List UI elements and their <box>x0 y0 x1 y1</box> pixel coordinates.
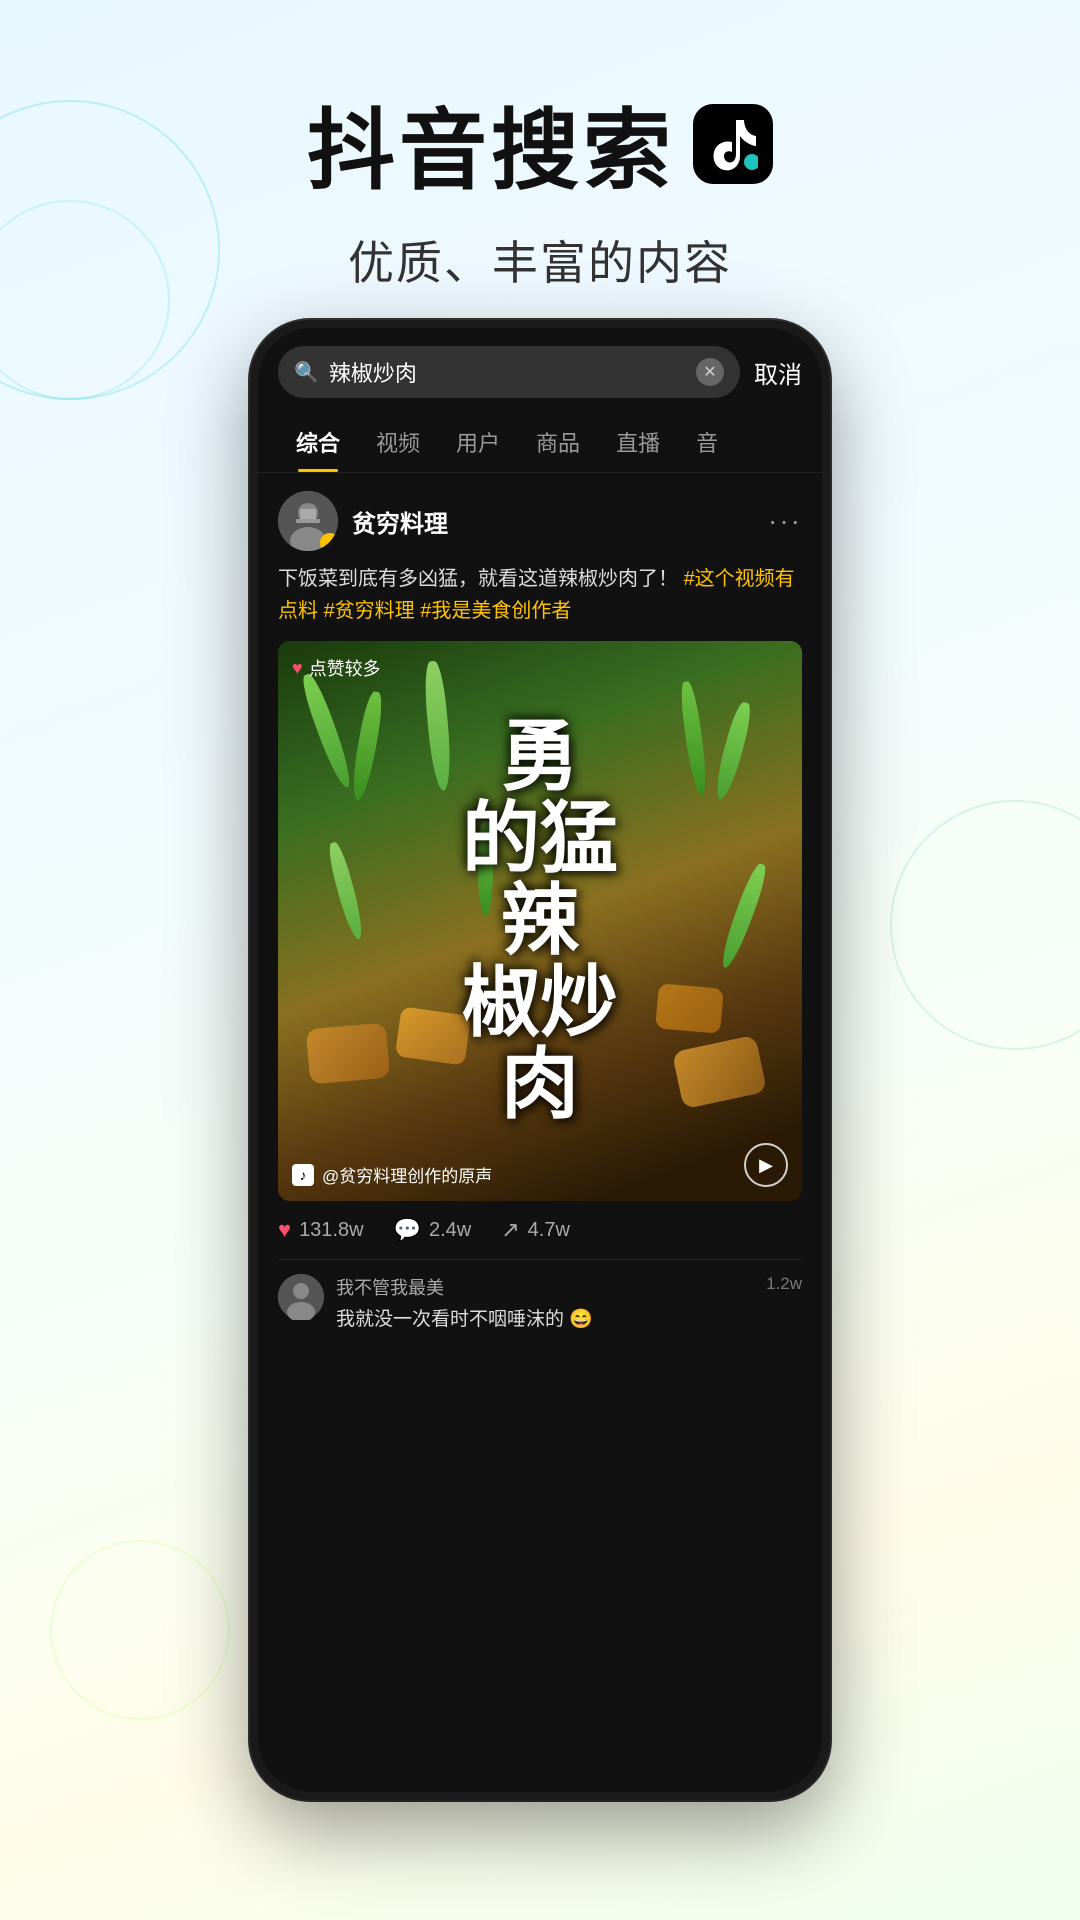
play-button[interactable]: ▶ <box>744 1143 788 1187</box>
tab-音乐[interactable]: 音 <box>678 412 736 472</box>
phone-inner-screen: 🔍 辣椒炒肉 ✕ 取消 综合 视频 用户 商品 直播 音 <box>258 328 822 1792</box>
audio-label-text: @贫穷料理创作的原声 <box>322 1162 492 1187</box>
tiktok-small-icon: ♪ <box>292 1164 314 1186</box>
avatar: ✓ <box>278 491 338 551</box>
search-input-wrap[interactable]: 🔍 辣椒炒肉 ✕ <box>278 346 740 398</box>
comment-preview-row: 我不管我最美 我就没一次看时不咽唾沫的 😄 1.2w <box>278 1259 802 1345</box>
stat-comments[interactable]: 💬 2.4w <box>394 1217 472 1243</box>
comment-count-stat: 2.4w <box>429 1219 471 1242</box>
audio-label-row[interactable]: ♪ @贫穷料理创作的原声 <box>292 1162 492 1187</box>
share-icon: ↗ <box>501 1217 519 1243</box>
share-count: 4.7w <box>528 1219 570 1242</box>
stat-shares[interactable]: ↗ 4.7w <box>501 1217 570 1243</box>
heart-icon: ♥ <box>292 658 303 679</box>
tab-综合[interactable]: 综合 <box>278 412 358 472</box>
cancel-button[interactable]: 取消 <box>754 355 802 390</box>
more-options-button[interactable]: ··· <box>768 505 802 537</box>
post-username: 贫穷料理 <box>352 504 754 539</box>
likes-badge: ♥ 点赞较多 <box>292 655 381 681</box>
app-title: 抖音搜索 <box>0 80 1080 207</box>
title-area: 抖音搜索 优质、丰富的内容 <box>0 0 1080 293</box>
stat-likes[interactable]: ♥ 131.8w <box>278 1217 364 1243</box>
post-body-text: 下饭菜到底有多凶猛，就看这道辣椒炒肉了！ <box>278 568 678 590</box>
commenter-avatar <box>278 1274 324 1320</box>
phone-outer-frame: 🔍 辣椒炒肉 ✕ 取消 综合 视频 用户 商品 直播 音 <box>250 320 830 1800</box>
commenter-name: 我不管我最美 <box>336 1274 754 1300</box>
tiktok-logo-icon <box>693 104 773 184</box>
search-clear-button[interactable]: ✕ <box>696 358 724 386</box>
stats-row: ♥ 131.8w 💬 2.4w ↗ 4.7w <box>278 1201 802 1259</box>
hashtag-3[interactable]: #我是美食创作者 <box>420 600 571 622</box>
tab-用户[interactable]: 用户 <box>438 412 518 472</box>
video-title-text: 勇的猛辣椒炒肉 <box>462 716 618 1125</box>
video-text-overlay: 勇的猛辣椒炒肉 <box>278 641 802 1201</box>
bg-decoration-3 <box>890 800 1080 1050</box>
tab-商品[interactable]: 商品 <box>518 412 598 472</box>
tab-直播[interactable]: 直播 <box>598 412 678 472</box>
likes-count: 131.8w <box>299 1219 364 1242</box>
tabs-row: 综合 视频 用户 商品 直播 音 <box>258 412 822 473</box>
search-icon: 🔍 <box>294 360 319 385</box>
app-subtitle: 优质、丰富的内容 <box>0 227 1080 293</box>
hashtag-2[interactable]: #贫穷料理 <box>324 600 415 622</box>
comment-icon: 💬 <box>394 1217 421 1243</box>
video-thumbnail[interactable]: 勇的猛辣椒炒肉 ♥ 点赞较多 ♪ @贫穷料理创作的原声 <box>278 641 802 1201</box>
phone-mockup: 🔍 辣椒炒肉 ✕ 取消 综合 视频 用户 商品 直播 音 <box>250 320 830 1800</box>
comment-content: 我不管我最美 我就没一次看时不咽唾沫的 😄 <box>336 1274 754 1331</box>
app-content: 🔍 辣椒炒肉 ✕ 取消 综合 视频 用户 商品 直播 音 <box>258 328 822 1792</box>
likes-icon: ♥ <box>278 1217 291 1243</box>
content-area: ✓ 贫穷料理 ··· 下饭菜到底有多凶猛，就看这道辣椒炒肉了！ #这个视频有点料… <box>258 473 822 1792</box>
bg-decoration-4 <box>50 1540 230 1720</box>
post-body: 下饭菜到底有多凶猛，就看这道辣椒炒肉了！ #这个视频有点料 #贫穷料理 #我是美… <box>278 563 802 627</box>
search-bar-row: 🔍 辣椒炒肉 ✕ 取消 <box>258 328 822 412</box>
search-query-text: 辣椒炒肉 <box>329 356 686 388</box>
post-user-row: ✓ 贫穷料理 ··· <box>278 473 802 563</box>
tab-视频[interactable]: 视频 <box>358 412 438 472</box>
comment-reaction-count: 1.2w <box>766 1274 802 1294</box>
likes-badge-text: 点赞较多 <box>309 655 381 681</box>
verified-badge: ✓ <box>320 533 338 551</box>
comment-text: 我就没一次看时不咽唾沫的 😄 <box>336 1304 754 1331</box>
